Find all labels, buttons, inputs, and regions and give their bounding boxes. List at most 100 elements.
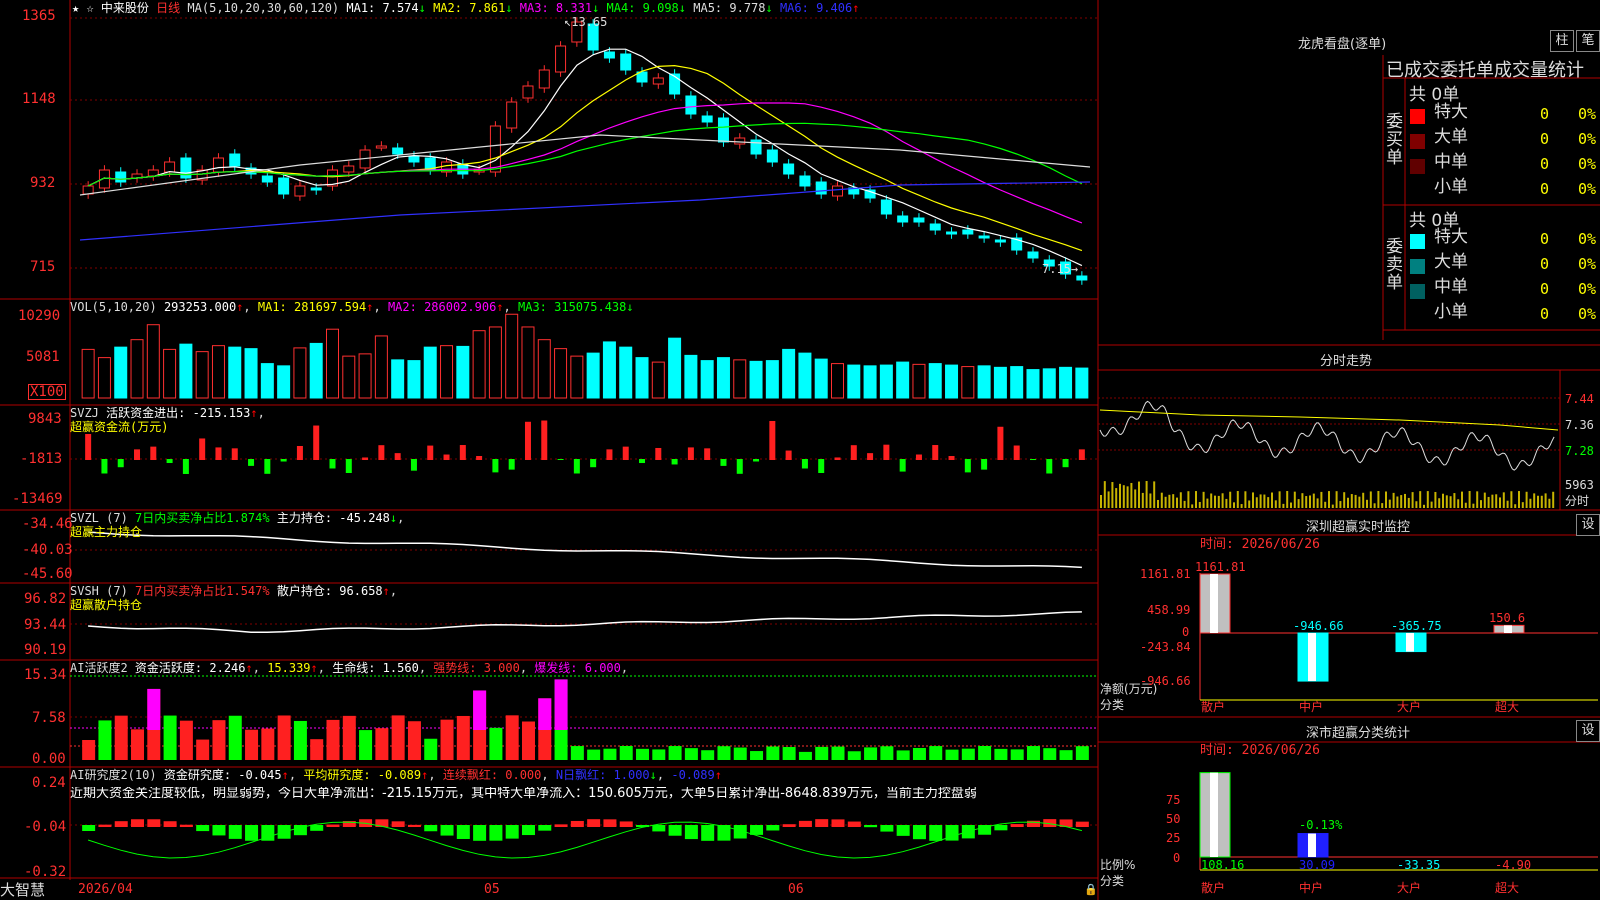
intraday-vol-bar bbox=[1138, 481, 1140, 508]
candle-body bbox=[343, 165, 355, 173]
candle-body bbox=[978, 235, 990, 239]
intraday-vol-bar bbox=[1309, 495, 1311, 508]
ylabel-main-4: 715 bbox=[30, 259, 56, 275]
ai1-bar bbox=[684, 748, 698, 760]
intraday-vol-bar bbox=[1521, 502, 1524, 508]
class-settings-button[interactable]: 设 bbox=[1576, 720, 1600, 742]
intraday-vol-bar bbox=[1373, 503, 1376, 508]
candle-body bbox=[701, 115, 713, 123]
candle-body bbox=[880, 199, 892, 215]
lock-icon[interactable]: 🔒 bbox=[1084, 883, 1098, 897]
ai2-bar bbox=[570, 820, 584, 827]
volume-bar bbox=[130, 339, 144, 399]
intraday-vol-bar bbox=[1179, 492, 1182, 508]
ai2-bar bbox=[896, 825, 910, 836]
ai1-bar-top bbox=[473, 690, 487, 730]
vol-header: VOL(5,10,20) 293253.000↑, MA1: 281697.59… bbox=[70, 300, 634, 314]
candle-body bbox=[98, 169, 110, 189]
svzj-bar bbox=[981, 459, 988, 470]
intraday-vol-bar bbox=[1487, 496, 1490, 508]
row-name: 大单 bbox=[1434, 252, 1468, 272]
svzj-bar bbox=[606, 449, 613, 460]
ylabel-svzl-3: -45.60 bbox=[22, 566, 73, 582]
candle-body bbox=[620, 53, 632, 71]
candle-body bbox=[261, 175, 273, 183]
ylabel-svzj-1: 9843 bbox=[28, 411, 62, 427]
intraday-vol-bar bbox=[1430, 501, 1433, 508]
svzl-subtitle: 超赢主力持仓 bbox=[70, 525, 143, 539]
class-bar-label: 30.09 bbox=[1299, 858, 1336, 872]
class-bars bbox=[1199, 772, 1598, 871]
ai1-bar bbox=[261, 728, 275, 760]
ai1-bar bbox=[326, 719, 340, 760]
intraday-vol-bar bbox=[1404, 493, 1406, 508]
monitor-settings-button[interactable]: 设 bbox=[1576, 514, 1600, 536]
intraday-vol-bar bbox=[1320, 491, 1323, 508]
svzj-bar bbox=[85, 434, 92, 460]
svzj-bar bbox=[557, 459, 564, 461]
intraday-vol-bar bbox=[1236, 491, 1239, 508]
candle-body bbox=[212, 157, 224, 173]
intraday-vol-bar bbox=[1259, 494, 1262, 508]
intraday-vol-bar bbox=[1339, 501, 1342, 508]
intraday-vol-bar bbox=[1172, 494, 1175, 508]
ylabel-ai1-2: 7.58 bbox=[32, 710, 66, 726]
intraday-vol-bar bbox=[1472, 503, 1475, 508]
ai2-bar bbox=[815, 819, 829, 827]
candle-body bbox=[392, 147, 404, 155]
intraday-vol-bar bbox=[1252, 492, 1254, 508]
svzj-header: SVZJ 活跃资金进出: -215.153↑, bbox=[70, 406, 265, 420]
intraday-vol-bar bbox=[1100, 495, 1102, 508]
volume-bar bbox=[814, 358, 828, 399]
bi-button[interactable]: 笔 bbox=[1576, 30, 1600, 52]
volume-bar bbox=[586, 352, 600, 399]
monitor-ylabel: 458.99 bbox=[1147, 603, 1191, 617]
ai2-bar bbox=[505, 825, 519, 839]
intraday-vol-bar bbox=[1533, 493, 1536, 508]
ylabel-svsh-1: 96.82 bbox=[24, 591, 67, 607]
intraday-vol-bar bbox=[1191, 504, 1194, 508]
svzj-bar bbox=[296, 445, 303, 460]
ai2-bar bbox=[456, 825, 470, 839]
intraday-vol-bar bbox=[1476, 491, 1479, 508]
intraday-vol-bar bbox=[1267, 497, 1270, 508]
svzj-bar bbox=[231, 448, 238, 460]
intraday-vol-bar bbox=[1495, 494, 1498, 508]
stock-name: 中来股份 bbox=[100, 1, 149, 15]
intraday-vol-bar bbox=[1483, 492, 1486, 508]
intraday-vol-bar bbox=[1168, 494, 1171, 508]
intraday-vol-bar bbox=[1442, 493, 1444, 508]
svzj-bar bbox=[704, 448, 711, 460]
intraday-vol-bar bbox=[1358, 496, 1361, 508]
ma-arrow-6: ↑ bbox=[852, 1, 860, 15]
volume-bar bbox=[700, 360, 714, 399]
ai2-bar bbox=[212, 825, 226, 836]
monitor-bars bbox=[1199, 573, 1598, 701]
ai1-bar bbox=[994, 748, 1008, 760]
period-label[interactable]: 日线 bbox=[156, 1, 180, 15]
row-name: 中单 bbox=[1434, 277, 1468, 297]
chart-canvas bbox=[0, 0, 1600, 900]
ai1-bar bbox=[310, 739, 324, 760]
ai2-bar bbox=[521, 825, 535, 836]
svzj-bar bbox=[948, 456, 955, 460]
monitor-bar-highlight bbox=[1210, 574, 1218, 633]
intraday-vol-bar bbox=[1434, 491, 1437, 508]
svzj-bar bbox=[818, 459, 825, 473]
intraday-vol-bar bbox=[1290, 502, 1292, 508]
volume-bar bbox=[97, 357, 111, 399]
zhu-button[interactable]: 柱 bbox=[1550, 30, 1574, 52]
monitor-bar-label: -946.66 bbox=[1293, 619, 1344, 633]
ma-values: MA1: 7.574↓ MA2: 7.861↓ MA3: 8.331↓ MA4:… bbox=[346, 1, 859, 15]
svzj-bar bbox=[834, 457, 841, 460]
brand-label: 大智慧 bbox=[0, 881, 46, 899]
star-icon[interactable]: ★ ☆ bbox=[72, 1, 94, 15]
intraday-vol-bar bbox=[1248, 500, 1251, 508]
intraday-vol-bar bbox=[1396, 496, 1399, 508]
ai1-bar bbox=[570, 746, 584, 760]
svzj-bar bbox=[1062, 459, 1069, 468]
volume-bar bbox=[423, 346, 437, 399]
volume-bar bbox=[260, 363, 274, 399]
svsh-path bbox=[88, 611, 1082, 633]
intraday-vol-bar bbox=[1544, 493, 1547, 508]
